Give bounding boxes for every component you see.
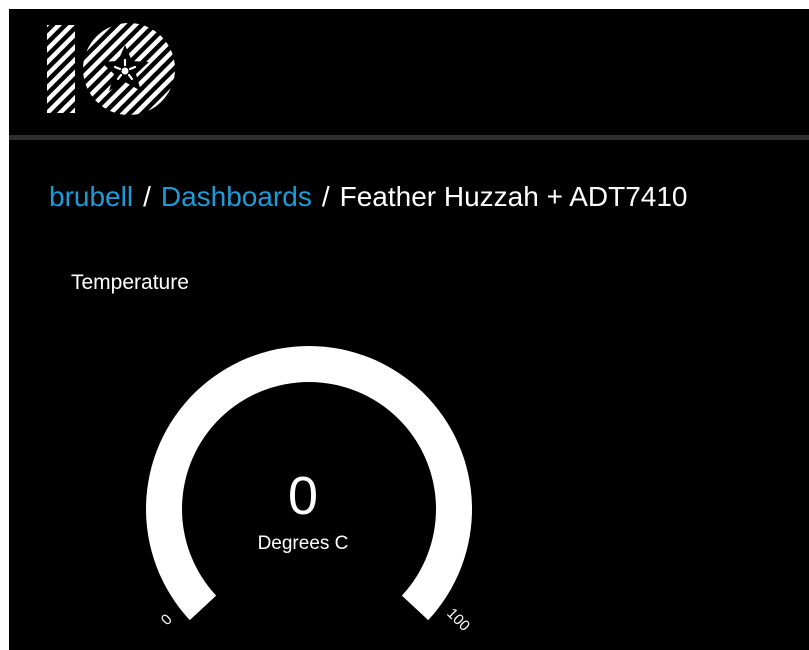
breadcrumb: brubell / Dashboards / Feather Huzzah + ADT7… — [49, 179, 687, 215]
breadcrumb-dashboards-link[interactable]: Dashboards — [161, 181, 312, 212]
gauge-block-title: Temperature — [71, 271, 189, 294]
dashboard-frame: brubell / Dashboards / Feather Huzzah + ADT7… — [9, 9, 809, 650]
header-divider — [9, 135, 809, 140]
gauge-unit: Degrees C — [258, 533, 349, 554]
breadcrumb-separator: / — [143, 181, 151, 212]
app-header — [9, 9, 809, 135]
temperature-gauge: 0 Degrees C 0 100 — [146, 346, 473, 635]
breadcrumb-current-dashboard: Feather Huzzah + ADT7410 — [339, 181, 688, 212]
breadcrumb-separator: / — [321, 181, 330, 212]
adafruit-io-logo[interactable] — [47, 21, 182, 119]
gauge-value: 0 — [288, 466, 318, 526]
gauge-max-label: 100 — [443, 605, 473, 635]
breadcrumb-user-link[interactable]: brubell — [49, 181, 133, 212]
gauge-min-label: 0 — [158, 611, 176, 629]
